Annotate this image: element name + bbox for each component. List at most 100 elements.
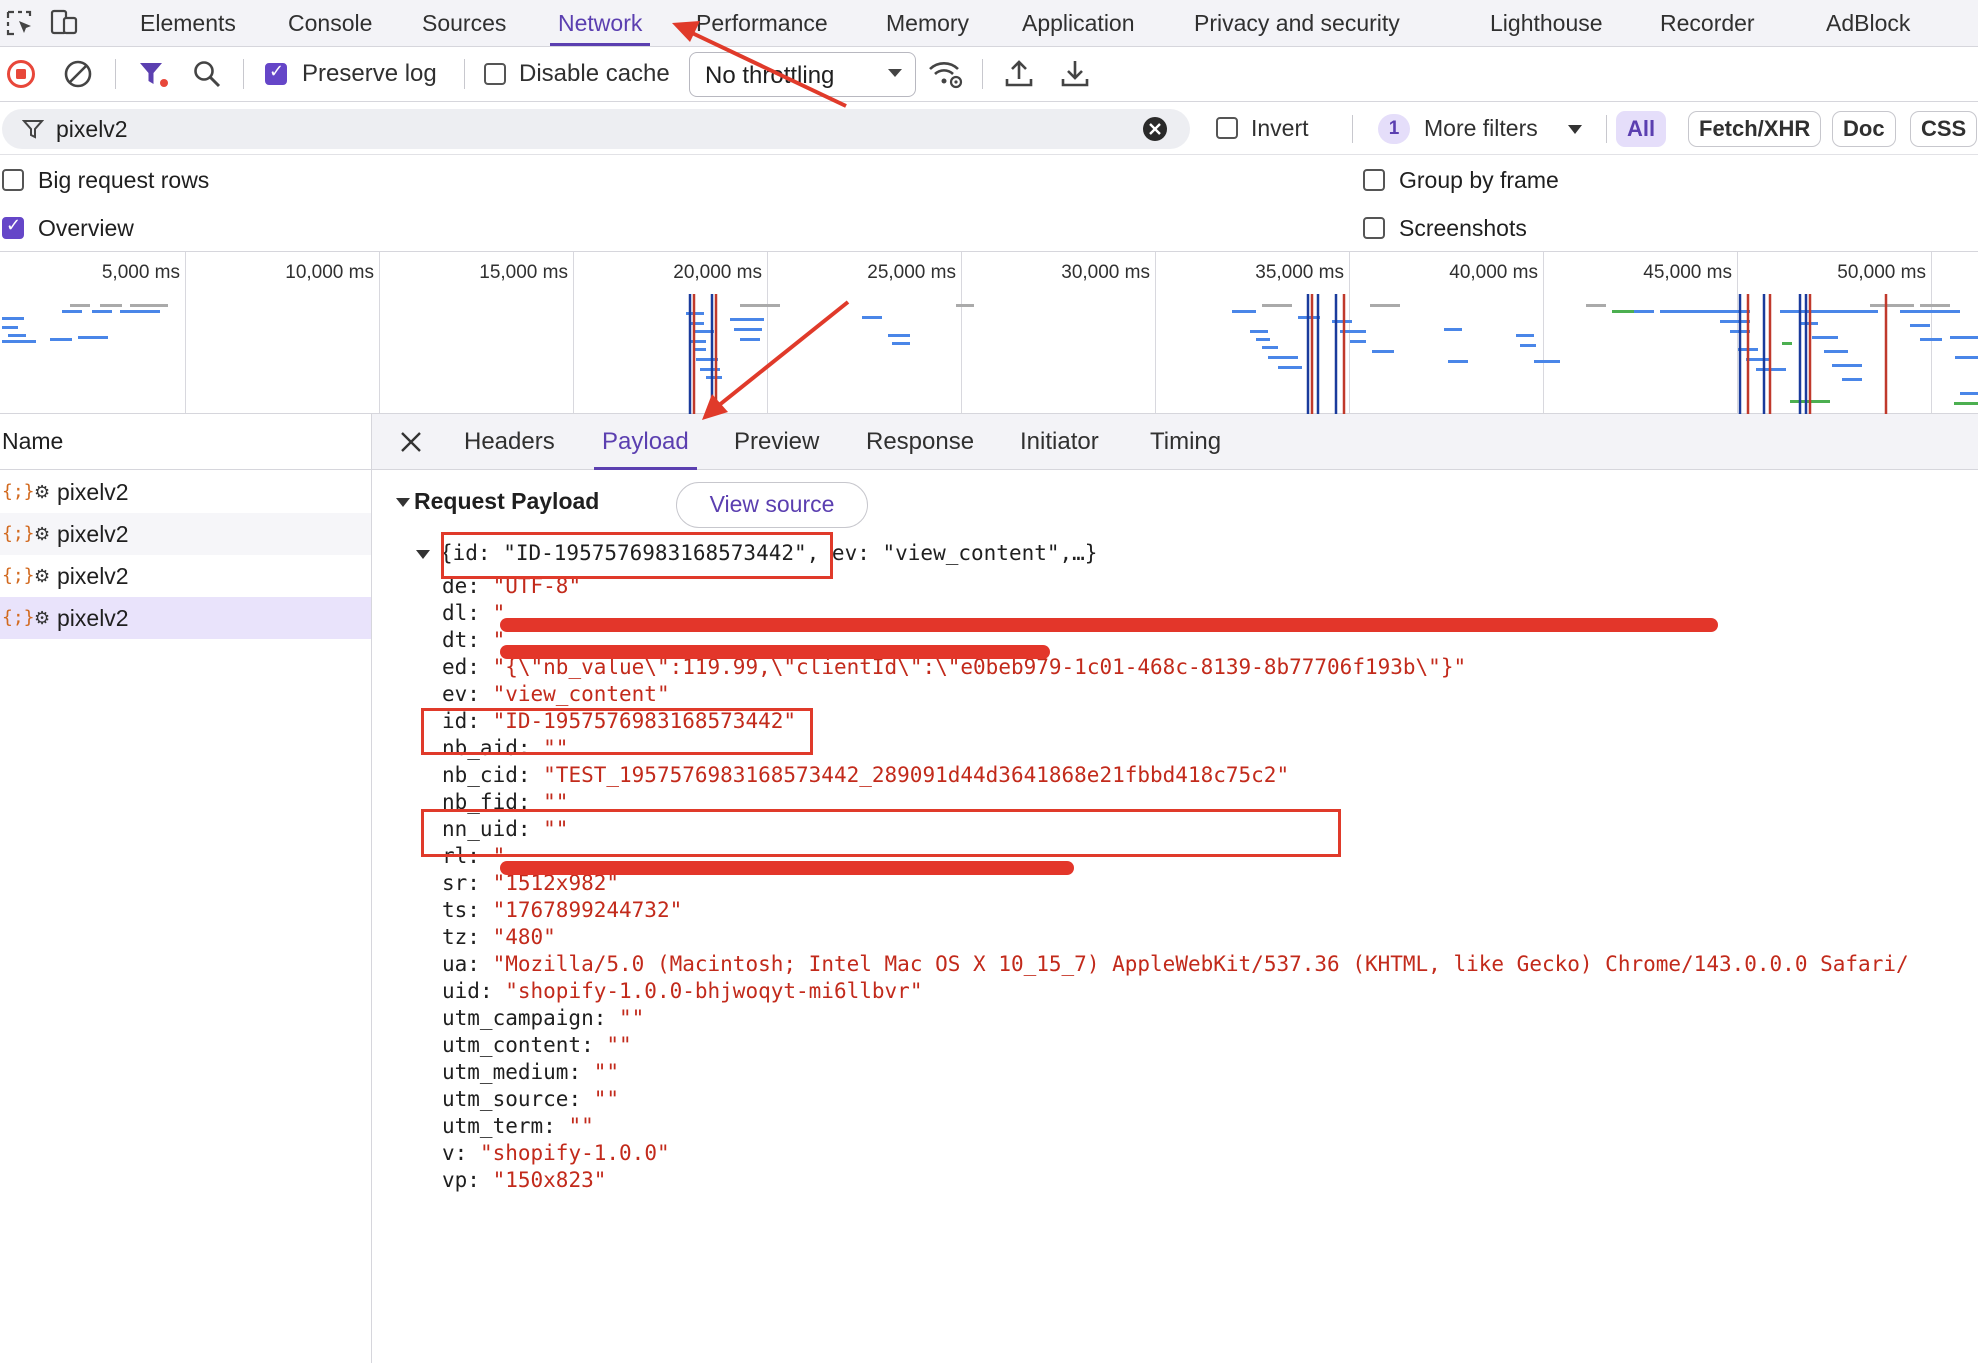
devtools-tab-bar: Elements Console Sources Network Perform… xyxy=(0,0,1978,47)
collapse-triangle-icon[interactable] xyxy=(396,498,410,507)
payload-key: sr xyxy=(442,871,468,895)
request-row-selected[interactable]: {;} ⚙ pixelv2 xyxy=(0,597,371,639)
download-icon[interactable] xyxy=(1059,57,1091,89)
tab-recorder[interactable]: Recorder xyxy=(1660,0,1755,46)
expand-triangle-icon[interactable] xyxy=(416,550,430,559)
request-row[interactable]: {;} ⚙ pixelv2 xyxy=(0,513,371,555)
inspect-element-icon[interactable] xyxy=(4,8,38,38)
fetch-json-icon: {;} xyxy=(2,607,35,628)
invert-checkbox[interactable] xyxy=(1216,117,1238,139)
search-icon[interactable] xyxy=(192,59,222,89)
highlight-box-summary-id xyxy=(441,532,833,579)
request-list-header[interactable]: Name xyxy=(0,414,371,470)
payload-key: ts xyxy=(442,898,468,922)
fetch-json-icon: {;} xyxy=(2,481,35,502)
payload-key: utm_term xyxy=(442,1114,544,1138)
payload-value: "480" xyxy=(492,925,556,949)
separator xyxy=(115,59,116,89)
tab-preview[interactable]: Preview xyxy=(734,414,819,470)
payload-key: vp xyxy=(442,1168,468,1192)
tab-privacy-security[interactable]: Privacy and security xyxy=(1194,0,1400,46)
filter-input[interactable]: pixelv2 xyxy=(2,109,1190,149)
screenshots-checkbox[interactable] xyxy=(1363,217,1385,239)
chevron-down-icon xyxy=(1568,125,1582,134)
type-pill-fetch-xhr[interactable]: Fetch/XHR xyxy=(1688,111,1822,147)
tab-response[interactable]: Response xyxy=(866,414,974,470)
disable-cache-checkbox[interactable] xyxy=(484,63,506,85)
more-filters-count-badge: 1 xyxy=(1378,114,1410,144)
tab-headers[interactable]: Headers xyxy=(464,414,555,470)
tab-network[interactable]: Network xyxy=(549,0,651,46)
separator xyxy=(1352,115,1353,143)
payload-value: "shopify-1.0.0" xyxy=(479,1141,670,1165)
payload-value: "view_content" xyxy=(492,682,670,706)
separator xyxy=(982,59,983,89)
filter-icon[interactable] xyxy=(137,59,171,89)
view-source-button[interactable]: View source xyxy=(676,482,868,528)
payload-key: utm_source xyxy=(442,1087,569,1111)
network-overview-timeline[interactable]: 5,000 ms 10,000 ms 15,000 ms 20,000 ms 2… xyxy=(0,252,1978,414)
clear-icon[interactable] xyxy=(63,59,93,89)
more-filters-button[interactable]: 1 More filters xyxy=(1378,111,1600,147)
network-toolbar: Preserve log Disable cache No throttling xyxy=(0,47,1978,102)
redaction-mark xyxy=(500,645,1050,659)
payload-row-vp: vp: "150x823" xyxy=(442,1168,607,1192)
tab-application[interactable]: Application xyxy=(1022,0,1135,46)
tab-memory[interactable]: Memory xyxy=(886,0,969,46)
close-icon[interactable] xyxy=(400,431,422,453)
payload-value: "1767899244732" xyxy=(492,898,683,922)
request-row[interactable]: {;} ⚙ pixelv2 xyxy=(0,555,371,597)
upload-icon[interactable] xyxy=(1003,57,1035,89)
invert-label: Invert xyxy=(1251,115,1309,141)
tab-adblock[interactable]: AdBlock xyxy=(1826,0,1910,46)
payload-key: utm_campaign xyxy=(442,1006,594,1030)
type-pill-all[interactable]: All xyxy=(1616,111,1667,147)
overview-checkbox[interactable] xyxy=(2,215,24,239)
tab-timing[interactable]: Timing xyxy=(1150,414,1221,470)
network-conditions-icon[interactable] xyxy=(927,57,965,91)
record-stop-icon[interactable] xyxy=(6,59,36,89)
payload-row-utm-source: utm_source: "" xyxy=(442,1087,620,1111)
separator xyxy=(1606,115,1607,143)
tab-lighthouse[interactable]: Lighthouse xyxy=(1490,0,1603,46)
tab-performance[interactable]: Performance xyxy=(696,0,828,46)
overview-waterfall-bars xyxy=(2,294,1978,414)
preserve-log-label: Preserve log xyxy=(302,60,437,87)
redaction-mark xyxy=(500,861,1074,875)
gear-icon: ⚙ xyxy=(34,524,51,544)
group-by-frame-checkbox[interactable] xyxy=(1363,169,1385,191)
highlight-box-nb-cid xyxy=(421,809,1341,857)
overview-label: Overview xyxy=(38,215,134,241)
big-request-rows-checkbox[interactable] xyxy=(2,169,24,191)
preserve-log-checkbox[interactable] xyxy=(265,61,287,85)
throttling-select[interactable]: No throttling xyxy=(689,52,916,97)
payload-value: "" xyxy=(619,1006,645,1030)
clear-filter-icon[interactable] xyxy=(1142,116,1168,142)
payload-key: ev xyxy=(442,682,468,706)
tab-initiator[interactable]: Initiator xyxy=(1020,414,1099,470)
throttling-value: No throttling xyxy=(705,62,835,89)
request-name: pixelv2 xyxy=(57,521,129,547)
network-settings: Big request rows Overview Group by frame… xyxy=(0,156,1978,252)
payload-row-dt: dt: " xyxy=(442,628,506,652)
payload-row-ev: ev: "view_content" xyxy=(442,682,670,706)
payload-key: dl xyxy=(442,601,468,625)
type-pill-css[interactable]: CSS xyxy=(1910,111,1978,147)
tab-sources[interactable]: Sources xyxy=(422,0,506,46)
name-column-header: Name xyxy=(2,428,64,454)
redaction-mark xyxy=(500,618,1718,632)
payload-value: "" xyxy=(593,1087,620,1111)
filter-funnel-icon xyxy=(22,120,44,139)
request-row[interactable]: {;} ⚙ pixelv2 xyxy=(0,471,371,513)
device-toolbar-icon[interactable] xyxy=(46,8,80,38)
chevron-down-icon xyxy=(888,69,902,77)
separator xyxy=(464,59,465,89)
tab-console[interactable]: Console xyxy=(288,0,372,46)
tab-elements[interactable]: Elements xyxy=(140,0,236,46)
type-pill-doc[interactable]: Doc xyxy=(1832,111,1896,147)
payload-row-ts: ts: "1767899244732" xyxy=(442,898,683,922)
payload-value: "" xyxy=(606,1033,632,1057)
filter-row: pixelv2 Invert 1 More filters All Fetch/… xyxy=(0,103,1978,155)
tab-payload[interactable]: Payload xyxy=(594,414,697,470)
payload-key: uid xyxy=(442,979,480,1003)
